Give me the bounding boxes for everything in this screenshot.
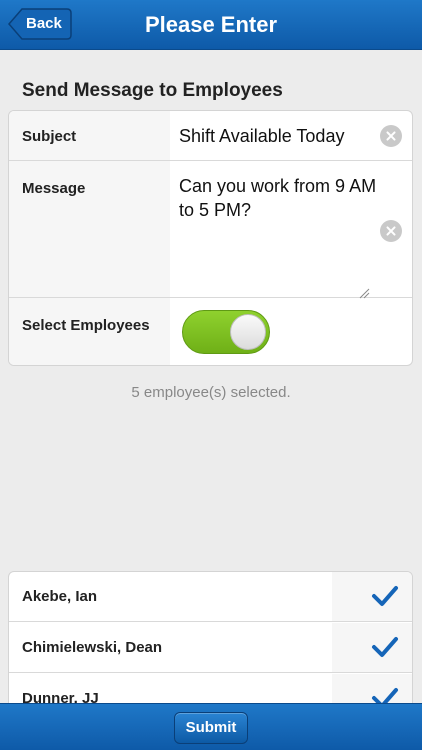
message-textarea[interactable]: Can you work from 9 AM to 5 PM? [179,174,379,222]
employee-row[interactable]: Chimielewski, Dean [9,623,412,673]
section-title: Send Message to Employees [22,80,283,101]
header-bar: Back Please Enter [0,0,422,50]
select-employees-label-cell: Select Employees [9,298,170,365]
checkmark-icon [372,586,398,606]
subject-input[interactable]: Shift Available Today [179,126,374,147]
toggle-knob [230,314,266,350]
selected-count-text: 5 employee(s) selected. [131,384,291,401]
footer-bar: Submit [0,703,422,750]
select-employees-toggle[interactable] [182,310,270,354]
message-label-cell: Message [9,161,170,297]
submit-button[interactable]: Submit [174,712,248,744]
message-label: Message [22,180,86,197]
employee-check-cell[interactable] [332,623,412,672]
select-employees-label: Select Employees [22,317,150,334]
clear-message-icon[interactable] [380,220,402,242]
clear-subject-icon[interactable] [380,125,402,147]
employee-row[interactable]: Akebe, Ian [9,572,412,622]
employee-name: Chimielewski, Dean [22,639,163,656]
subject-label-cell: Subject [9,111,170,160]
resize-grip-icon[interactable] [358,287,370,299]
employee-list: Akebe, Ian Chimielewski, Dean Dunner, JJ [8,571,413,711]
subject-label: Subject [22,128,77,145]
employee-name: Akebe, Ian [22,588,98,605]
employee-check-cell[interactable] [332,572,412,621]
page-title: Please Enter [144,12,278,37]
checkmark-icon [372,637,398,657]
